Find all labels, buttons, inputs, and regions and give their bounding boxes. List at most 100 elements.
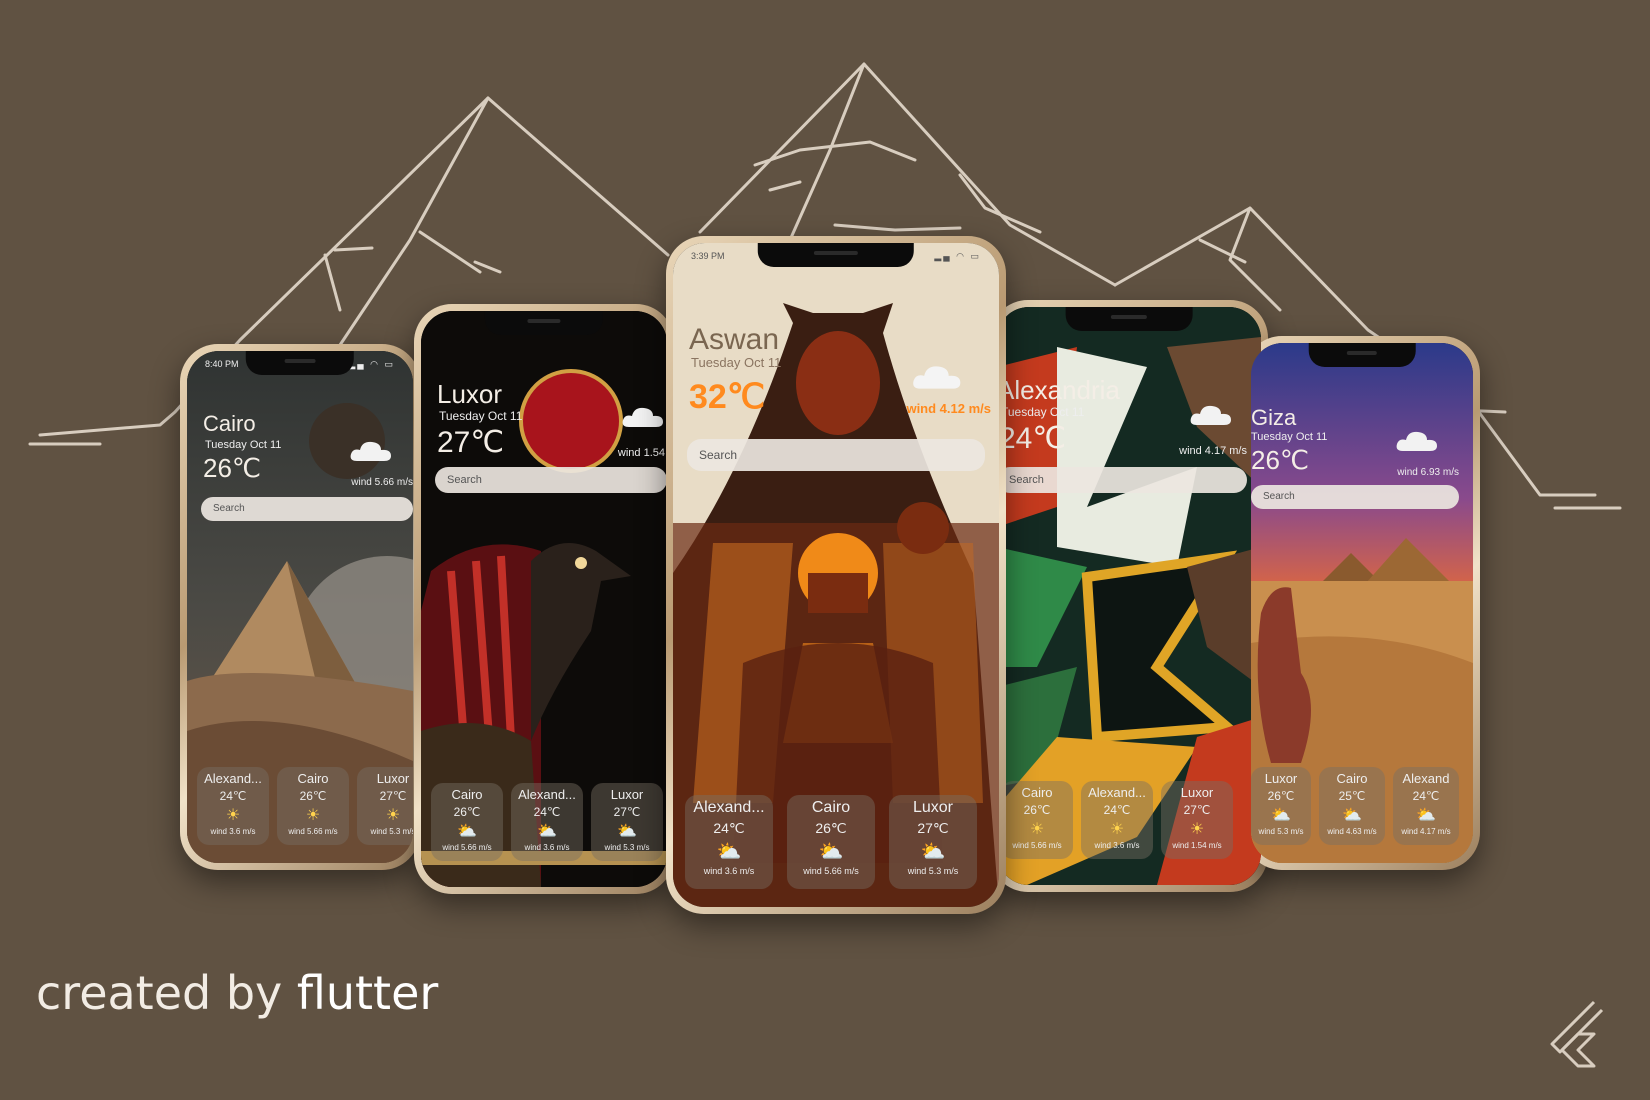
- sun-icon: ☀: [225, 807, 241, 824]
- search-input[interactable]: Search: [435, 467, 667, 493]
- city-card[interactable]: Luxor 26℃ ⛅ wind 5.3 m/s: [1251, 767, 1311, 845]
- search-input[interactable]: Search: [1251, 485, 1459, 509]
- wind-label: wind 4.17 m/s: [1179, 445, 1247, 457]
- city-card[interactable]: Luxor 27℃ ☀ wind 1.54 m/s: [1161, 781, 1233, 859]
- footer-prefix: created by: [36, 966, 283, 1020]
- search-input[interactable]: Search: [687, 439, 985, 471]
- card-temp: 24℃: [533, 805, 561, 819]
- status-icons: ▂▄ ◠ ▭: [934, 251, 981, 261]
- city-name: Alexandria: [997, 375, 1120, 405]
- card-wind: wind 1.54 m/s: [1172, 841, 1222, 850]
- city-cards: Cairo 26℃ ☀ wind 5.66 m/s Alexand... 24℃…: [1001, 781, 1261, 859]
- temperature: 27℃: [437, 426, 505, 459]
- cloud-icon: [913, 366, 961, 389]
- card-wind: wind 5.3 m/s: [370, 827, 413, 836]
- city-card[interactable]: Cairo 26℃ ⛅ wind 5.66 m/s: [431, 783, 503, 861]
- city-card[interactable]: Alexand... 24℃ ⛅ wind 3.6 m/s: [685, 795, 773, 889]
- card-temp: 27℃: [917, 820, 949, 836]
- temperature: 32℃: [689, 378, 766, 416]
- date-label: Tuesday Oct 11: [205, 439, 282, 451]
- phone-luxor: Luxor Tuesday Oct 11 27℃ wind 1.54 Searc…: [414, 304, 674, 894]
- card-city: Alexand...: [518, 787, 576, 802]
- sun-cloud-icon: ⛅: [1271, 807, 1291, 824]
- date-label: Tuesday Oct 11: [691, 355, 782, 370]
- card-wind: wind 5.66 m/s: [803, 866, 859, 876]
- sun-cloud-icon: ⛅: [920, 841, 946, 863]
- phone-aswan: 3:39 PM ▂▄ ◠ ▭ Aswan Tuesday Oct 11 32℃ …: [666, 236, 1006, 914]
- card-city: Luxor: [912, 799, 954, 816]
- card-temp: 26℃: [453, 805, 481, 819]
- city-card[interactable]: Alexand... 24℃ ☀ wind 3.6 m/s: [1081, 781, 1153, 859]
- phone-giza: Giza Tuesday Oct 11 26℃ wind 6.93 m/s Se…: [1244, 336, 1480, 870]
- card-wind: wind 5.3 m/s: [604, 843, 650, 852]
- sun-cloud-icon: ⛅: [818, 841, 844, 863]
- card-wind: wind 3.6 m/s: [703, 866, 755, 876]
- card-wind: wind 4.17 m/s: [1401, 827, 1451, 836]
- sun-cloud-icon: ⛅: [617, 823, 637, 840]
- cloud-icon: [1396, 431, 1437, 451]
- city-card[interactable]: Luxor 27℃ ⛅ wind 5.3 m/s: [591, 783, 663, 861]
- cloud-icon: [622, 407, 663, 427]
- city-name: Cairo: [203, 411, 256, 436]
- date-label: Tuesday Oct 11: [439, 409, 523, 423]
- footer-caption: created by flutter: [36, 966, 438, 1020]
- notch: [1308, 343, 1416, 367]
- city-card[interactable]: Cairo 26℃ ☀ wind 5.66 m/s: [277, 767, 349, 845]
- search-input[interactable]: Search: [201, 497, 413, 521]
- search-input[interactable]: Search: [997, 467, 1247, 493]
- wind-label: wind 4.12 m/s: [906, 401, 991, 416]
- card-city: Luxor: [1264, 771, 1298, 786]
- status-time: 8:40 PM: [205, 359, 239, 369]
- city-name: Giza: [1251, 405, 1297, 430]
- phone-screen: Alexandria Tuesday Oct 11 24℃ wind 4.17 …: [997, 307, 1261, 885]
- card-wind: wind 5.3 m/s: [907, 866, 959, 876]
- wind-label: wind 1.54: [617, 447, 665, 459]
- city-card[interactable]: Cairo 25℃ ⛅ wind 4.63 m/s: [1319, 767, 1385, 845]
- card-wind: wind 5.66 m/s: [442, 843, 492, 852]
- city-card[interactable]: Alexand... 24℃ ☀ wind 3.6 m/s: [197, 767, 269, 845]
- card-temp: 27℃: [379, 789, 407, 803]
- sun-icon: ☀: [1029, 821, 1045, 838]
- notch: [1065, 307, 1193, 331]
- card-wind: wind 5.66 m/s: [288, 827, 338, 836]
- footer-brand: flutter: [296, 966, 439, 1020]
- status-icons: ▂▄ ◠ ▭: [348, 359, 395, 369]
- sun-icon: ☀: [1109, 821, 1125, 838]
- city-card[interactable]: Alexand... 24℃ ⛅ wind 3.6 m/s: [511, 783, 583, 861]
- cloud-icon: [1190, 405, 1231, 425]
- city-card[interactable]: Luxor 27℃ ⛅ wind 5.3 m/s: [889, 795, 977, 889]
- card-wind: wind 4.63 m/s: [1327, 827, 1377, 836]
- city-cards: Alexand... 24℃ ☀ wind 3.6 m/s Cairo 26℃ …: [197, 767, 413, 845]
- card-temp: 24℃: [1412, 789, 1440, 803]
- sun-icon: ☀: [305, 807, 321, 824]
- card-city: Alexand...: [693, 799, 765, 816]
- city-cards: Luxor 26℃ ⛅ wind 5.3 m/s Cairo 25℃ ⛅ win…: [1251, 767, 1473, 845]
- card-city: Cairo: [297, 771, 329, 786]
- phone-screen: 8:40 PM ▂▄ ◠ ▭ Cairo Tuesday Oct 11 26℃ …: [187, 351, 413, 863]
- date-label: Tuesday Oct 11: [1001, 405, 1085, 419]
- temperature: 26℃: [1251, 445, 1310, 475]
- card-wind: wind 3.6 m/s: [210, 827, 256, 836]
- card-wind: wind 5.66 m/s: [1012, 841, 1062, 850]
- city-card[interactable]: Alexand 24℃ ⛅ wind 4.17 m/s: [1393, 767, 1459, 845]
- card-city: Luxor: [610, 787, 644, 802]
- card-city: Alexand: [1402, 771, 1450, 786]
- card-temp: 24℃: [713, 820, 745, 836]
- city-card[interactable]: Cairo 26℃ ☀ wind 5.66 m/s: [1001, 781, 1073, 859]
- flutter-logo-icon: [1550, 1000, 1604, 1068]
- card-temp: 25℃: [1338, 789, 1366, 803]
- city-card[interactable]: Cairo 26℃ ⛅ wind 5.66 m/s: [787, 795, 875, 889]
- phone-screen: 3:39 PM ▂▄ ◠ ▭ Aswan Tuesday Oct 11 32℃ …: [673, 243, 999, 907]
- wind-label: wind 6.93 m/s: [1397, 467, 1459, 478]
- card-temp: 26℃: [1267, 789, 1295, 803]
- sun-icon: ☀: [385, 807, 401, 824]
- card-city: Cairo: [811, 799, 851, 816]
- notch: [245, 351, 355, 375]
- card-wind: wind 3.6 m/s: [1094, 841, 1140, 850]
- card-wind: wind 3.6 m/s: [524, 843, 570, 852]
- date-label: Tuesday Oct 11: [1251, 431, 1328, 443]
- phone-alexandria: Alexandria Tuesday Oct 11 24℃ wind 4.17 …: [990, 300, 1268, 892]
- phone-cairo: 8:40 PM ▂▄ ◠ ▭ Cairo Tuesday Oct 11 26℃ …: [180, 344, 420, 870]
- city-cards: Cairo 26℃ ⛅ wind 5.66 m/s Alexand... 24℃…: [431, 783, 667, 861]
- city-card[interactable]: Luxor 27℃ ☀ wind 5.3 m/s: [357, 767, 413, 845]
